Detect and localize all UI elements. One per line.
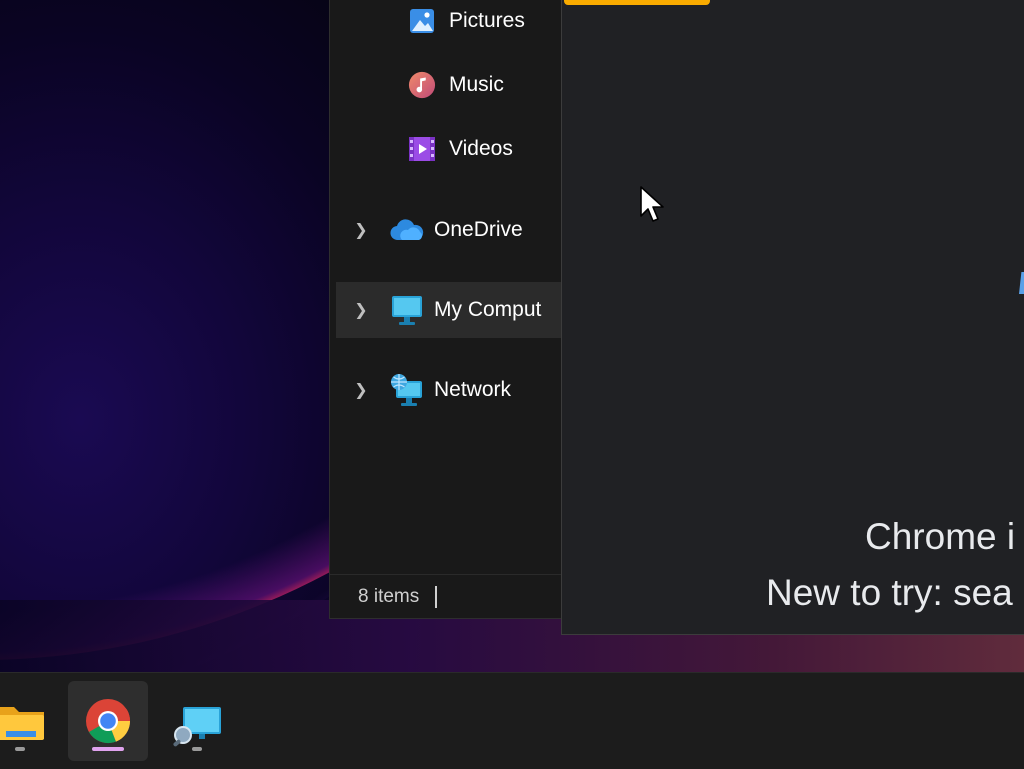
chrome-window[interactable]: Chrome i New to try: sea bbox=[561, 0, 1024, 635]
status-bar: 8 items bbox=[330, 574, 562, 619]
nav-item-pictures[interactable]: Pictures bbox=[408, 0, 525, 45]
chevron-right-icon[interactable]: ❯ bbox=[348, 220, 374, 240]
nav-item-label: OneDrive bbox=[434, 218, 523, 241]
running-indicator bbox=[192, 747, 202, 751]
computer-icon bbox=[390, 295, 424, 325]
file-explorer-window: Pictures Music Videos ❯ OneDrive ❯ My Co… bbox=[329, 0, 562, 619]
taskbar-chrome-button[interactable] bbox=[68, 681, 148, 761]
chevron-right-icon[interactable]: ❯ bbox=[348, 380, 374, 400]
nav-item-label: Music bbox=[449, 73, 504, 96]
nav-item-videos[interactable]: Videos bbox=[408, 125, 513, 173]
music-icon bbox=[408, 71, 436, 99]
active-tab-indicator[interactable] bbox=[564, 0, 710, 5]
taskbar-file-explorer-button[interactable] bbox=[0, 681, 58, 761]
nav-item-my-computer[interactable]: ❯ My Comput bbox=[336, 282, 562, 338]
nav-item-music[interactable]: Music bbox=[408, 61, 504, 109]
taskbar bbox=[0, 672, 1024, 769]
item-count: 8 items bbox=[358, 586, 420, 607]
nav-item-onedrive[interactable]: ❯ OneDrive bbox=[336, 206, 562, 254]
chrome-icon bbox=[85, 698, 131, 749]
onedrive-icon bbox=[390, 215, 424, 245]
network-icon bbox=[390, 374, 424, 406]
running-indicator bbox=[15, 747, 25, 751]
mouse-cursor-icon bbox=[640, 186, 666, 231]
taskbar-remote-desktop-button[interactable] bbox=[157, 681, 237, 761]
pictures-icon bbox=[408, 7, 436, 35]
nav-item-label: Pictures bbox=[449, 9, 525, 32]
chrome-subheadline: New to try: sea bbox=[766, 572, 1013, 613]
nav-item-label: My Comput bbox=[434, 298, 542, 321]
chrome-headline: Chrome i bbox=[865, 516, 1016, 557]
nav-item-label: Videos bbox=[449, 137, 513, 160]
nav-item-label: Network bbox=[434, 378, 512, 401]
status-divider bbox=[435, 586, 438, 608]
videos-icon bbox=[408, 135, 436, 163]
nav-item-network[interactable]: ❯ Network bbox=[336, 366, 562, 414]
active-indicator bbox=[92, 747, 124, 751]
chevron-right-icon[interactable]: ❯ bbox=[348, 300, 374, 320]
file-explorer-icon bbox=[0, 701, 44, 746]
partial-graphic bbox=[1019, 272, 1024, 294]
